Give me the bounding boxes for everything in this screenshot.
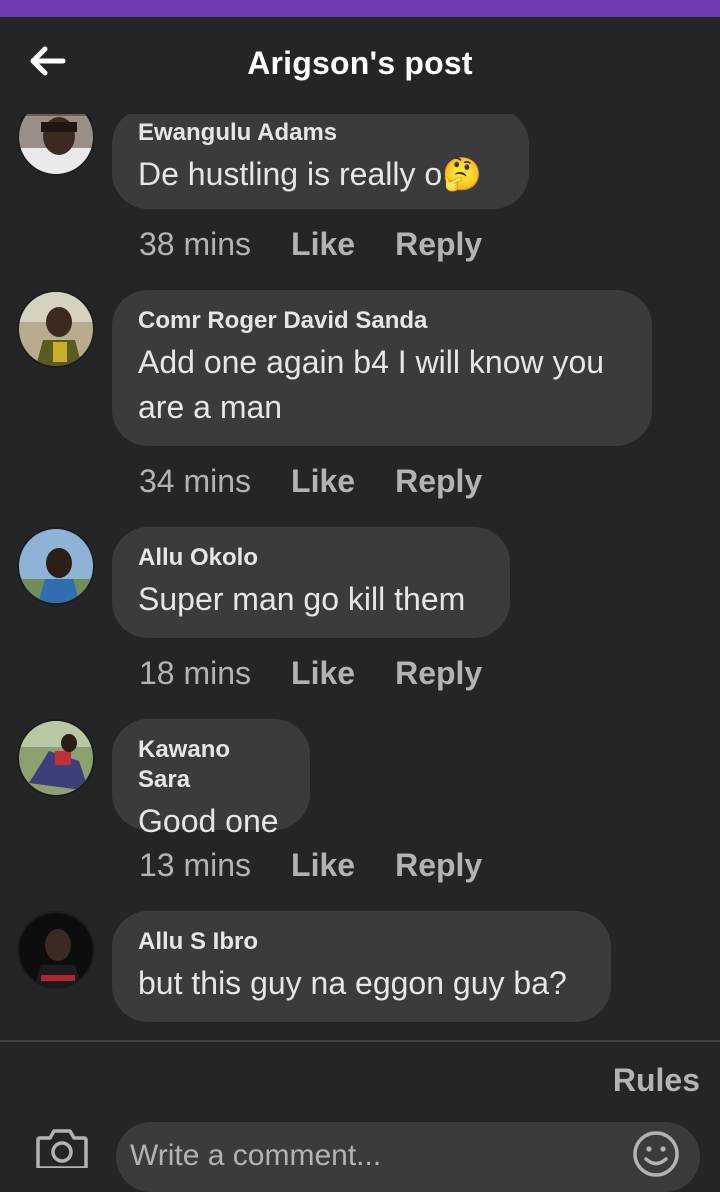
header: Arigson's post <box>0 17 720 114</box>
comment-author[interactable]: Kawano Sara <box>138 735 284 795</box>
comment-composer <box>116 1122 700 1192</box>
comment-bubble[interactable]: Allu S Ibro but this guy na eggon guy ba… <box>112 911 611 1022</box>
avatar-photo <box>19 721 93 795</box>
comment-author[interactable]: Allu Okolo <box>138 543 484 573</box>
like-button[interactable]: Like <box>291 847 355 883</box>
comment-meta: 38 mins Like Reply <box>139 226 482 262</box>
comment-bubble[interactable]: Ewangulu Adams De hustling is really o🤔 <box>112 114 529 209</box>
avatar-photo <box>19 114 93 174</box>
comment-bubble[interactable]: Comr Roger David Sanda Add one again b4 … <box>112 290 652 446</box>
reply-button[interactable]: Reply <box>395 655 482 691</box>
camera-icon <box>36 1129 88 1170</box>
smiley-icon <box>633 1131 679 1177</box>
avatar-photo <box>19 913 93 987</box>
comment-meta: 34 mins Like Reply <box>139 463 482 499</box>
comment-time[interactable]: 18 mins <box>139 655 251 691</box>
thinking-face-emoji: 🤔 <box>442 156 482 192</box>
comment-author[interactable]: Allu S Ibro <box>138 927 585 957</box>
reply-button[interactable]: Reply <box>395 226 482 262</box>
rules-link[interactable]: Rules <box>613 1062 700 1099</box>
comment-text: De hustling is really o🤔 <box>138 152 503 197</box>
reply-button[interactable]: Reply <box>395 463 482 499</box>
avatar[interactable] <box>17 719 95 797</box>
comment-text: Super man go kill them <box>138 581 466 617</box>
avatar[interactable] <box>17 290 95 368</box>
reply-button[interactable]: Reply <box>395 847 482 883</box>
page-title: Arigson's post <box>247 45 473 81</box>
avatar-photo <box>19 529 93 603</box>
avatar[interactable] <box>17 114 95 176</box>
comment-text-body: De hustling is really o <box>138 156 443 192</box>
comment-time[interactable]: 13 mins <box>139 847 251 883</box>
comment-meta: 13 mins Like Reply <box>139 847 482 883</box>
like-button[interactable]: Like <box>291 463 355 499</box>
camera-button[interactable] <box>34 1128 90 1170</box>
avatar-photo <box>19 292 93 366</box>
status-bar <box>0 0 720 17</box>
comment-bubble[interactable]: Kawano Sara Good one <box>112 719 310 839</box>
avatar[interactable] <box>17 527 95 605</box>
comment-meta: 18 mins Like Reply <box>139 655 482 691</box>
comment-bubble[interactable]: Allu Okolo Super man go kill them <box>112 527 510 638</box>
comment-text: Good one <box>138 803 279 839</box>
divider <box>0 1040 720 1042</box>
comment-time[interactable]: 34 mins <box>139 463 251 499</box>
comment-text: but this guy na eggon guy ba? <box>138 965 567 1001</box>
like-button[interactable]: Like <box>291 655 355 691</box>
comment-author[interactable]: Ewangulu Adams <box>138 118 503 148</box>
comments-list: Ewangulu Adams De hustling is really o🤔 … <box>0 114 720 1040</box>
emoji-button[interactable] <box>632 1130 680 1178</box>
comment-author[interactable]: Comr Roger David Sanda <box>138 306 626 336</box>
like-button[interactable]: Like <box>291 226 355 262</box>
comment-text: Add one again b4 I will know you are a m… <box>138 344 605 425</box>
comment-input[interactable] <box>130 1136 610 1176</box>
avatar[interactable] <box>17 911 95 989</box>
comment-time[interactable]: 38 mins <box>139 226 251 262</box>
